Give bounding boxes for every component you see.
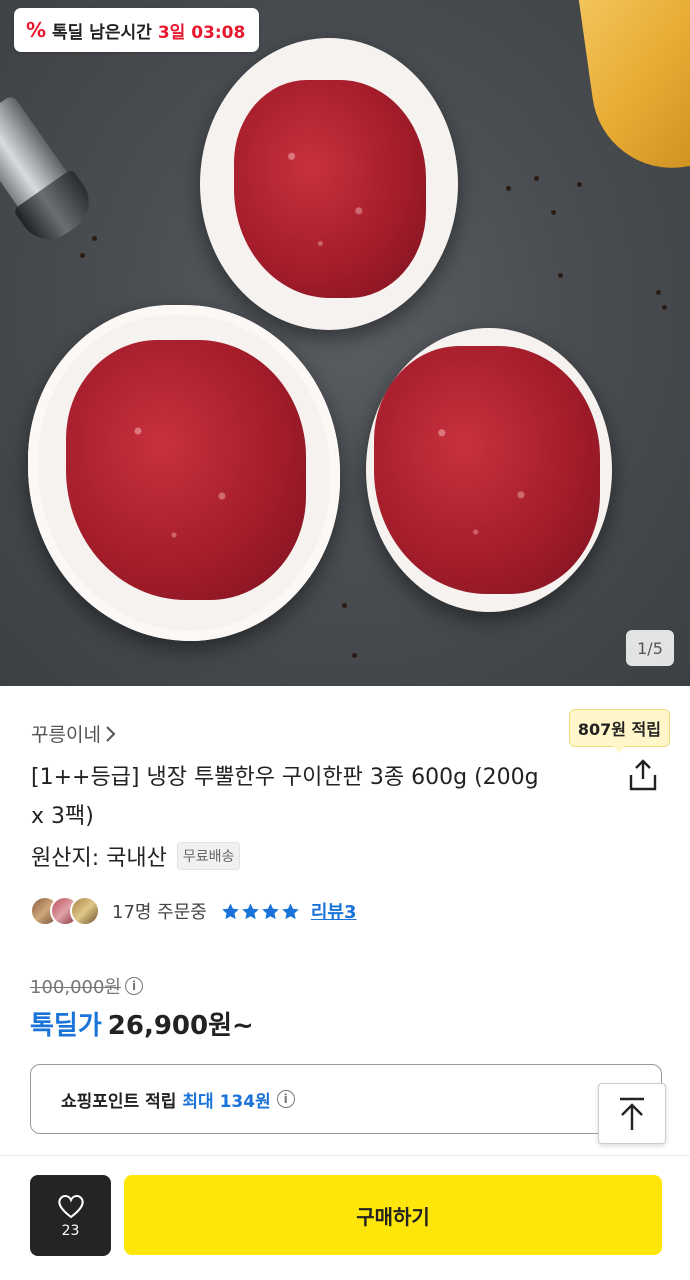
percent-icon: % (26, 18, 47, 42)
heart-icon (57, 1194, 84, 1218)
review-link[interactable]: 리뷰3 (311, 898, 357, 924)
star-icon (282, 902, 299, 919)
beef-slices (66, 340, 306, 600)
info-icon[interactable]: i (276, 1090, 295, 1108)
like-button[interactable]: 23 (30, 1175, 111, 1256)
pepper-grinder (0, 77, 123, 263)
arrow-up-icon (620, 1097, 644, 1130)
beef-slices (374, 346, 600, 594)
original-price: 100,000원 (30, 977, 121, 998)
shopping-points-box[interactable]: 쇼핑포인트 적립 최대 134원 i (30, 1064, 662, 1134)
buy-button[interactable]: 구매하기 (124, 1175, 662, 1255)
share-button[interactable] (626, 757, 660, 793)
gold-cloth (577, 0, 690, 179)
like-count: 23 (61, 1222, 80, 1239)
origin-row: 원산지: 국내산 무료배송 (31, 840, 241, 872)
deal-price-label: 톡딜가 (30, 1011, 102, 1041)
deal-timer-badge: % 톡딜 남은시간 3일 03:08 (14, 8, 260, 52)
seller-link[interactable]: 꾸릉이네 (31, 720, 117, 747)
chevron-right-icon (106, 725, 116, 742)
deal-timer-time: 3일 03:08 (157, 22, 246, 43)
star-icon (262, 902, 279, 919)
buyer-avatars (30, 896, 100, 926)
rating-stars (221, 902, 300, 921)
star-icon (222, 902, 239, 919)
order-count: 17명 주문중 (112, 902, 207, 923)
points-max: 최대 134원 (182, 1091, 271, 1112)
deal-price-value: 26,900원~ (107, 1011, 254, 1041)
free-shipping-badge: 무료배송 (176, 842, 241, 870)
social-proof-row: 17명 주문중 리뷰3 (30, 896, 357, 926)
share-icon (629, 759, 657, 791)
points-label: 쇼핑포인트 적립 (61, 1091, 177, 1112)
scroll-to-top-button[interactable] (598, 1083, 666, 1144)
image-page-counter: 1/5 (626, 630, 674, 666)
info-icon[interactable]: i (125, 977, 143, 995)
beef-slices (234, 80, 426, 298)
product-title: [1++등급] 냉장 투뿔한우 구이한판 3종 600g (200g x 3팩) (31, 765, 539, 829)
deal-timer-label: 톡딜 남은시간 (52, 22, 152, 43)
deal-price-row: 톡딜가 26,900원~ (30, 1005, 254, 1042)
original-price-row: 100,000원 i (30, 973, 143, 999)
reward-tooltip: 807원 적립 (568, 709, 670, 753)
product-image[interactable]: % 톡딜 남은시간 3일 03:08 1/5 (0, 0, 690, 686)
avatar (70, 896, 100, 926)
star-icon (242, 902, 259, 919)
seller-name: 꾸릉이네 (31, 724, 101, 746)
origin-text: 원산지: 국내산 (31, 846, 167, 871)
